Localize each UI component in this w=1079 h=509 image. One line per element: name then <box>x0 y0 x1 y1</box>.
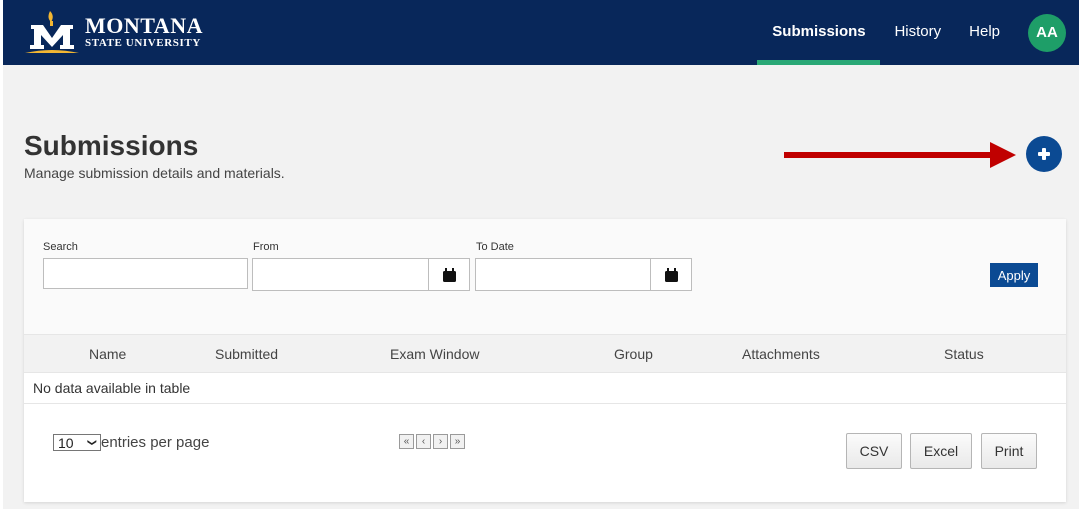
from-date-calendar-button[interactable] <box>428 258 470 291</box>
calendar-icon <box>664 267 678 282</box>
msu-logo-icon <box>23 9 81 55</box>
next-page-button[interactable]: › <box>433 434 448 449</box>
chevron-down-icon: ❯ <box>87 438 98 447</box>
user-avatar[interactable]: AA <box>1028 13 1066 52</box>
app-frame: MONTANA STATE UNIVERSITY Submissions His… <box>3 0 1079 509</box>
last-page-button[interactable]: » <box>450 434 465 449</box>
pagination: « ‹ › » <box>399 434 465 449</box>
apply-button[interactable]: Apply <box>990 263 1038 287</box>
submissions-card: Search From To Date Apply Name Submitted… <box>24 219 1066 502</box>
annotation-arrow-icon <box>784 142 1016 168</box>
logo-line-2: STATE UNIVERSITY <box>85 37 201 49</box>
nav-submissions[interactable]: Submissions <box>757 0 881 65</box>
page-length-control: 10 ❯ entries per page <box>53 434 209 451</box>
export-csv-button[interactable]: CSV <box>846 433 902 469</box>
to-date-label: To Date <box>476 241 514 253</box>
page-subtitle: Manage submission details and materials. <box>24 165 285 181</box>
from-date-input[interactable] <box>252 258 429 291</box>
column-header-exam-window[interactable]: Exam Window <box>390 346 479 362</box>
page-title: Submissions <box>24 130 199 161</box>
to-date-calendar-button[interactable] <box>650 258 692 291</box>
search-input[interactable] <box>43 258 248 289</box>
to-date-input[interactable] <box>475 258 651 291</box>
empty-table-message: No data available in table <box>24 373 1066 404</box>
previous-page-button[interactable]: ‹ <box>416 434 431 449</box>
add-submission-button[interactable] <box>1026 136 1062 172</box>
table-header: Name Submitted Exam Window Group Attachm… <box>24 334 1066 373</box>
page-length-select[interactable]: 10 ❯ <box>53 434 101 451</box>
logo-line-1: MONTANA <box>85 13 203 38</box>
search-label: Search <box>43 241 78 253</box>
entries-per-page-label: entries per page <box>101 434 210 451</box>
msu-wordmark: MONTANA STATE UNIVERSITY <box>85 15 203 49</box>
calendar-icon <box>442 267 456 282</box>
column-header-attachments[interactable]: Attachments <box>742 346 820 362</box>
filter-panel: Search From To Date Apply <box>24 219 1066 334</box>
nav-help[interactable]: Help <box>955 0 1014 65</box>
from-date-label: From <box>253 241 279 253</box>
column-header-group[interactable]: Group <box>614 346 653 362</box>
export-excel-button[interactable]: Excel <box>910 433 972 469</box>
page-length-value: 10 <box>58 434 74 451</box>
nav-history[interactable]: History <box>880 0 955 65</box>
first-page-button[interactable]: « <box>399 434 414 449</box>
top-navbar: MONTANA STATE UNIVERSITY Submissions His… <box>3 0 1079 65</box>
plus-icon <box>1038 148 1050 160</box>
column-header-name[interactable]: Name <box>89 346 126 362</box>
print-button[interactable]: Print <box>981 433 1037 469</box>
column-header-status[interactable]: Status <box>944 346 984 362</box>
column-header-submitted[interactable]: Submitted <box>215 346 278 362</box>
main-nav: Submissions History Help AA <box>757 0 1079 65</box>
msu-logo[interactable]: MONTANA STATE UNIVERSITY <box>23 9 203 55</box>
